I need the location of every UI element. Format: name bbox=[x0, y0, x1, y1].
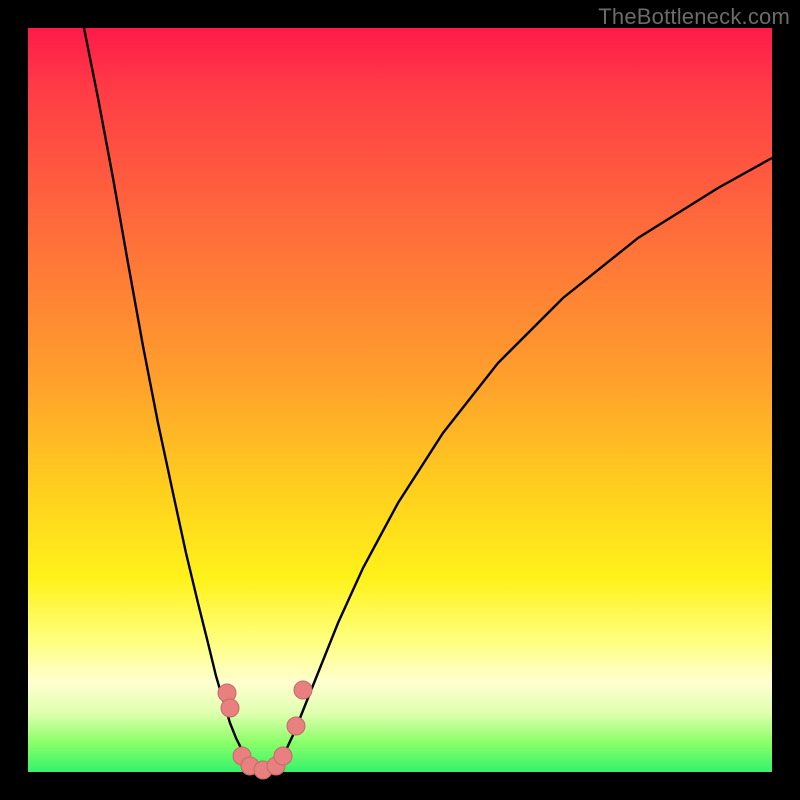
marker-dot bbox=[294, 681, 312, 699]
curve-left-branch bbox=[84, 28, 248, 760]
curve-group bbox=[84, 28, 772, 770]
marker-dot bbox=[287, 717, 305, 735]
marker-dot bbox=[274, 747, 292, 765]
curve-svg bbox=[28, 28, 772, 772]
plot-area bbox=[28, 28, 772, 772]
curve-right-branch bbox=[280, 158, 772, 760]
marker-dot bbox=[221, 699, 239, 717]
outer-frame: TheBottleneck.com bbox=[0, 0, 800, 800]
watermark-text: TheBottleneck.com bbox=[598, 4, 790, 30]
